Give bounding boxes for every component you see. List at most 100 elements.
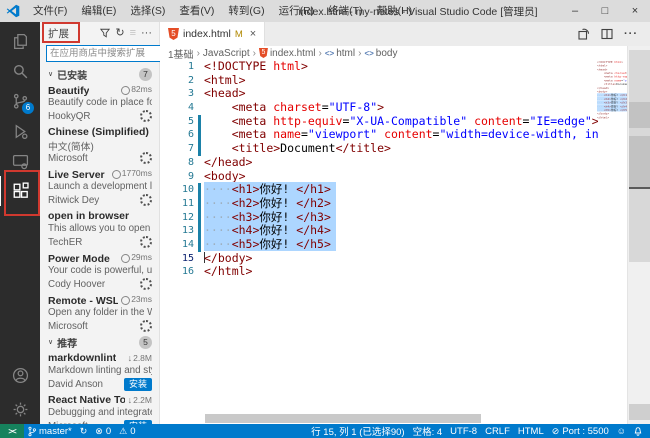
code-line[interactable]: 1<!DOCTYPE html> (160, 60, 598, 74)
more-actions-icon[interactable]: ··· (141, 28, 152, 39)
status-item-0[interactable]: ⊗0 (91, 424, 115, 438)
split-editor-icon[interactable] (601, 28, 613, 40)
extension-publisher: Microsoft (48, 321, 88, 332)
code-line[interactable]: 4 <meta charset="UTF-8"> (160, 101, 598, 115)
download-icon: ↓ (128, 353, 133, 363)
status-item-UTF-8[interactable]: UTF-8 (446, 424, 481, 438)
extension-item[interactable]: Beautify82msBeautify code in place for V… (40, 82, 160, 124)
extension-item[interactable]: Remote - WSL23msOpen any folder in the W… (40, 292, 160, 334)
sidebar-item-run-and-debug[interactable] (0, 116, 40, 146)
code-line[interactable]: 15</body> (160, 252, 598, 266)
menu-item-0[interactable]: 文件(F) (26, 0, 74, 22)
code-line[interactable]: 7 <title>Document</title> (160, 142, 598, 156)
code-line[interactable]: 3<head> (160, 87, 598, 101)
menu-item-1[interactable]: 编辑(E) (74, 0, 123, 22)
breadcrumb-item-html[interactable]: <>html (325, 48, 355, 59)
git-branch-icon (28, 426, 36, 437)
refresh-icon[interactable]: ↻ (115, 28, 124, 39)
title-bar: 文件(F)编辑(E)选择(S)查看(V)转到(G)运行(R)终端(T)帮助(H)… (0, 0, 650, 22)
code-line[interactable]: 9<body> (160, 170, 598, 184)
install-button[interactable]: 安装 (124, 378, 152, 391)
status-item-HTML[interactable]: HTML (514, 424, 548, 438)
extension-item[interactable]: Live Server1770msLaunch a development lo… (40, 166, 160, 208)
gear-icon[interactable] (140, 320, 152, 332)
code-line[interactable]: 10····<h1>你好! </h1> (160, 183, 598, 197)
code-line[interactable]: 5 <meta http-equiv="X-UA-Compatible" con… (160, 115, 598, 129)
minimap[interactable]: <!DOCTYPE html><html><head> <meta charse… (597, 60, 627, 130)
code-line[interactable]: 13····<h4>你好! </h4> (160, 224, 598, 238)
code-line[interactable]: 8</head> (160, 156, 598, 170)
remote-indicator[interactable]: >< (0, 424, 24, 438)
clear-search-results-icon[interactable]: ≡ (130, 28, 136, 39)
sidebar-item-remote-explorer[interactable] (0, 146, 40, 176)
section-label: 推荐 (57, 335, 77, 350)
code-line[interactable]: 12····<h3>你好! </h3> (160, 211, 598, 225)
breadcrumb-item-body[interactable]: <>body (364, 48, 397, 59)
modified-gutter-indicator (194, 183, 204, 197)
status-item--15-1-90-[interactable]: 行 15, 列 1 (已选择90) (307, 424, 408, 438)
extension-item[interactable]: Chinese (Simplified) Lan...中文(简体)Microso… (40, 124, 160, 166)
breadcrumb-item-index.html[interactable]: 5index.html (259, 48, 316, 59)
vertical-scrollbar[interactable] (627, 46, 650, 424)
code-editor[interactable]: 1<!DOCTYPE html>2<html>3<head>4 <meta ch… (160, 60, 598, 414)
files-icon (12, 33, 29, 50)
extension-item[interactable]: open in browserThis allows you to open t… (40, 208, 160, 250)
section-header[interactable]: ∨推荐5 (40, 334, 160, 350)
tab-index-html[interactable]: 5 index.html M × (160, 22, 265, 46)
code-line[interactable]: 6 <meta name="viewport" content="width=d… (160, 128, 598, 142)
sidebar-item-search[interactable] (0, 56, 40, 86)
sidebar-item-extensions[interactable] (0, 176, 41, 206)
status-item-master-[interactable]: master* (24, 424, 76, 438)
extension-item[interactable]: markdownlint↓2.8MMarkdown linting and st… (40, 350, 160, 392)
code-line[interactable]: 16</html> (160, 265, 598, 279)
gear-icon[interactable] (140, 194, 152, 206)
menu-item-4[interactable]: 转到(G) (221, 0, 271, 22)
status-item-Port-5500[interactable]: ⊘Port : 5500 (548, 424, 613, 438)
status-item--4[interactable]: 空格: 4 (409, 424, 447, 438)
settings-button[interactable] (0, 394, 40, 424)
code-line[interactable]: 11····<h2>你好! </h2> (160, 197, 598, 211)
breadcrumb-separator: › (358, 48, 361, 59)
extension-item[interactable]: React Native Tools↓2.2MDebugging and int… (40, 392, 160, 424)
breadcrumb-item-JavaScript[interactable]: JavaScript (203, 48, 250, 59)
overview-cursor-mark (629, 187, 650, 189)
status-item-0[interactable]: ⚠0 (115, 424, 139, 438)
minimize-button[interactable]: – (560, 0, 590, 22)
more-actions-icon[interactable]: ··· (624, 28, 638, 40)
install-button[interactable]: 安装 (124, 420, 152, 425)
horizontal-scrollbar[interactable] (205, 414, 481, 423)
extension-description: Launch a development local... (48, 181, 152, 194)
code-line[interactable]: 2<html> (160, 74, 598, 88)
status-item-CRLF[interactable]: CRLF (481, 424, 514, 438)
gear-icon[interactable] (140, 278, 152, 290)
open-changes-icon[interactable] (578, 28, 590, 40)
gutter (194, 265, 204, 279)
modified-gutter-indicator (194, 142, 204, 156)
extension-search-input[interactable] (46, 45, 160, 62)
sidebar-item-source-control[interactable]: 6 (0, 86, 40, 116)
code-line[interactable]: 14····<h5>你好! </h5> (160, 238, 598, 252)
menu-item-3[interactable]: 查看(V) (172, 0, 221, 22)
breadcrumb-item-1基础[interactable]: 1基础 (168, 46, 194, 61)
filter-icon[interactable] (100, 28, 110, 38)
menu-item-2[interactable]: 选择(S) (123, 0, 172, 22)
gear-icon[interactable] (140, 236, 152, 248)
close-button[interactable]: × (620, 0, 650, 22)
status-item[interactable]: ☺ (613, 424, 630, 438)
maximize-button[interactable]: □ (590, 0, 620, 22)
account-button[interactable] (0, 360, 40, 390)
gear-icon[interactable] (140, 110, 152, 122)
status-bar: ><master*↻⊗0⚠0 行 15, 列 1 (已选择90)空格: 4UTF… (0, 424, 650, 438)
status-item[interactable]: ↻ (76, 424, 92, 438)
section-header[interactable]: ∨已安装7 (40, 66, 160, 82)
sidebar-item-explorer[interactable] (0, 26, 40, 56)
line-number: 6 (160, 128, 194, 142)
extension-item[interactable]: Power Mode29msYour code is powerful, unl… (40, 250, 160, 292)
line-number: 10 (160, 183, 194, 197)
status-item[interactable] (630, 424, 646, 438)
extensions-panel: 扩展 ↻ ≡ ··· ∨已安装7Beautify82msBeautify cod… (40, 22, 160, 424)
tab-close-icon[interactable]: × (250, 28, 256, 40)
line-number: 13 (160, 224, 194, 238)
gear-icon[interactable] (140, 152, 152, 164)
selection-highlight: ····<h3>你好! </h3> (204, 210, 336, 224)
